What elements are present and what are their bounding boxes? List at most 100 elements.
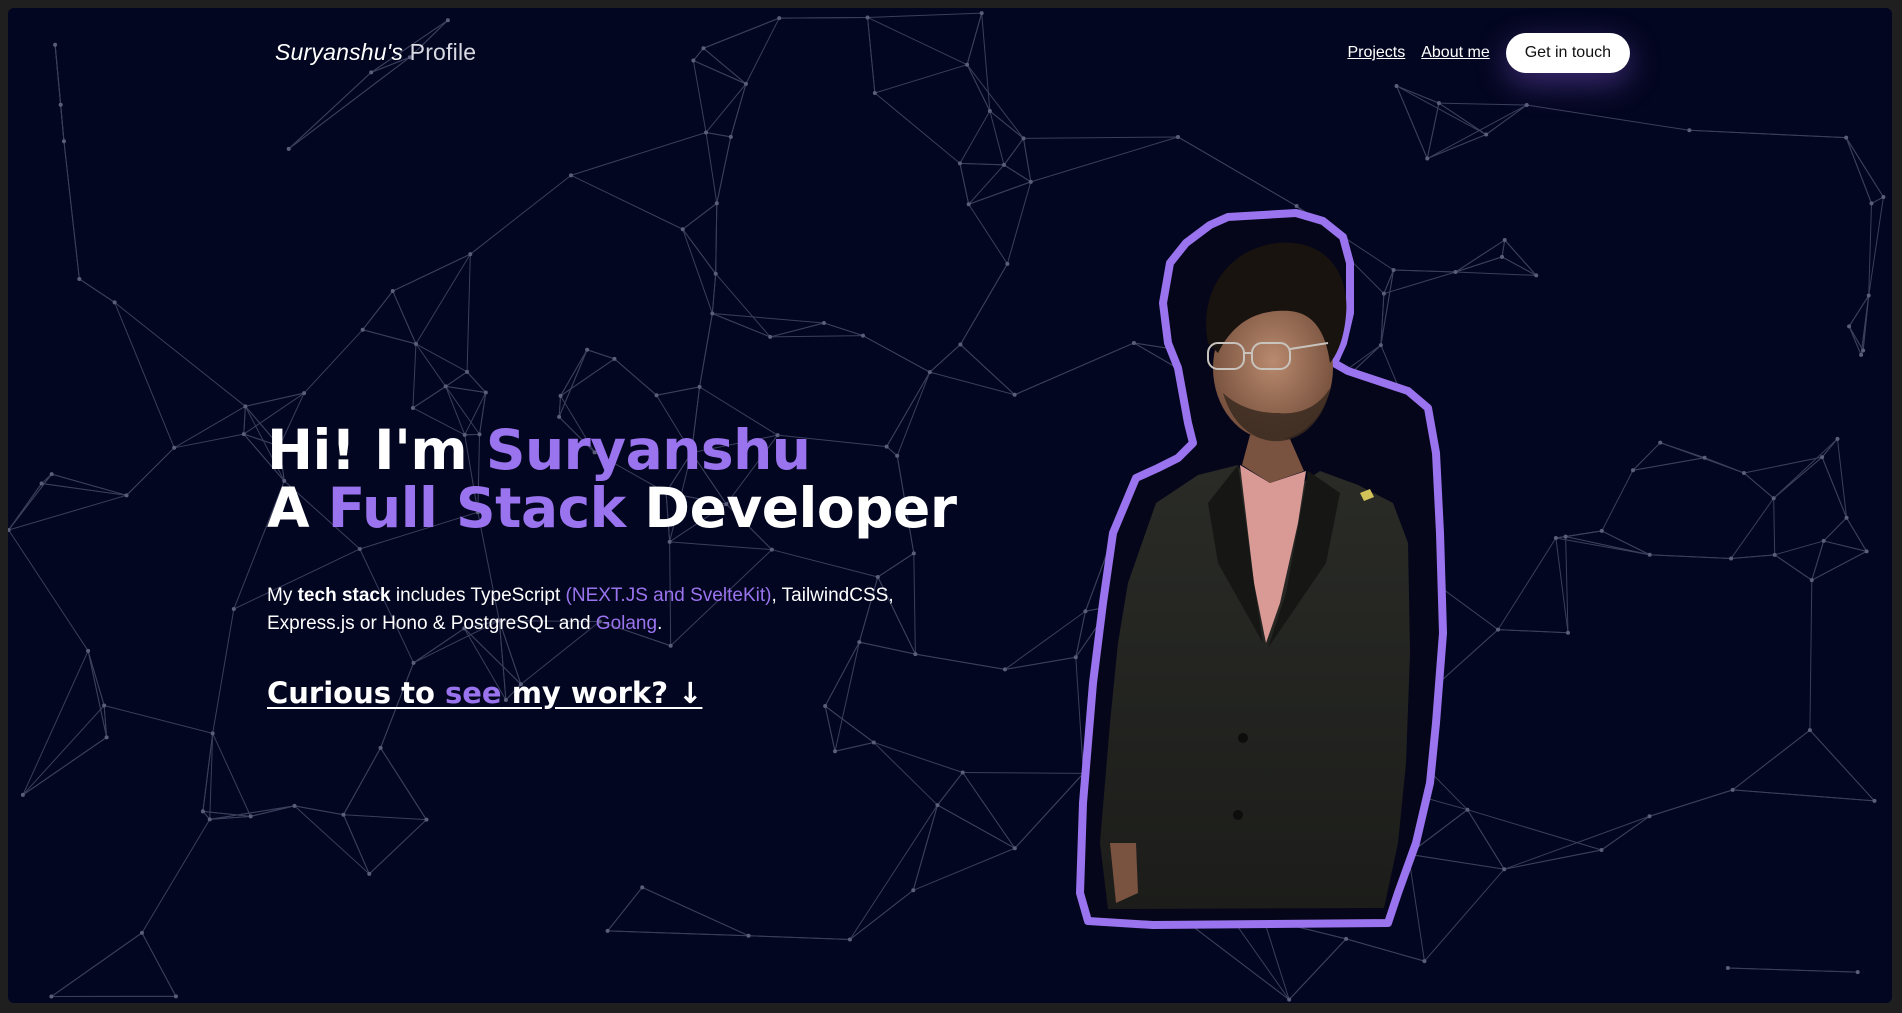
network-node [857,640,862,645]
hero-line-2: A Full Stack Developer [267,476,957,540]
network-line [1871,196,1884,204]
network-node [1012,392,1017,397]
network-line [466,371,487,393]
network-node [1647,552,1652,557]
network-node [102,703,107,708]
network-line [966,64,1024,139]
network-node [1524,102,1529,107]
network-line [380,747,427,820]
network-node [823,704,828,709]
network-line [966,12,983,65]
network-line [343,814,427,821]
network-line [1555,537,1650,556]
network-line [712,312,825,324]
network-node [728,134,733,139]
network-node [965,62,970,67]
network-line [173,405,246,449]
network-line [913,847,1016,891]
network-line [1727,967,1858,973]
network-node [872,90,877,95]
network-node [1287,997,1292,1002]
network-line [705,132,718,204]
network-line [989,110,1005,166]
network-line [692,47,704,61]
nav-projects-link[interactable]: Projects [1347,44,1405,62]
network-node [112,300,117,305]
network-line [705,83,747,133]
network-line [1023,138,1032,182]
network-line [607,887,643,932]
network-line [104,705,213,734]
network-line [392,290,417,345]
network-line [1526,104,1690,131]
network-line [862,335,931,373]
network-node [367,871,372,876]
network-node [248,814,253,819]
network-node [1855,970,1860,975]
network-line [937,772,964,806]
network-node [871,740,876,745]
network-node [1730,787,1735,792]
network-node [704,130,709,135]
network-node [357,546,362,551]
nav-about-link[interactable]: About me [1421,44,1489,62]
network-line [362,290,394,331]
network-line [209,815,251,820]
network-line [54,44,62,105]
network-line [87,650,108,738]
network-line [1649,789,1733,817]
network-node [769,547,774,552]
network-node [1872,798,1877,803]
network-node [1807,728,1812,733]
network-node [173,994,178,999]
network-line [174,433,244,449]
network-line [141,819,211,934]
network-node [49,994,54,999]
network-node [369,70,374,75]
network-node [1658,440,1663,445]
network-node [124,493,129,498]
network-node [1866,293,1871,298]
network-line [1003,138,1024,166]
network-line [1689,129,1847,139]
network-node [1425,156,1430,161]
network-line [771,549,878,578]
network-line [745,17,780,85]
network-line [51,473,127,496]
network-node [1809,578,1814,583]
frameworks-accent: (NEXT.JS and SvelteKit) [565,585,772,606]
network-line [1731,554,1775,559]
network-line [1732,789,1875,802]
network-line [415,343,447,387]
network-node [743,81,748,86]
network-node [935,803,940,808]
network-node [1553,536,1558,541]
network-node [465,369,470,374]
network-line [22,705,105,796]
get-in-touch-button[interactable]: Get in touch [1505,33,1630,73]
network-line [770,335,864,338]
network-line [682,228,717,275]
network-line [87,650,105,706]
network-line [1030,136,1179,183]
network-node [1861,348,1866,353]
network-line [959,110,991,164]
network-node [558,393,563,398]
see-my-work-link[interactable]: Curious to see my work? ↓ [267,676,702,710]
network-node [1859,352,1864,357]
network-line [1773,498,1776,555]
network-node [821,320,826,325]
network-line [959,163,970,205]
network-node [302,391,307,396]
network-node [746,933,751,938]
network-node [378,745,383,750]
network-line [212,608,235,734]
network-node [697,384,702,389]
brand-logo[interactable]: Suryanshu's Profile [275,39,476,66]
network-line [22,650,89,796]
network-line [343,814,370,875]
network-node [1021,136,1026,141]
network-node [1844,135,1849,140]
network-node [286,146,291,151]
network-node [443,384,448,389]
